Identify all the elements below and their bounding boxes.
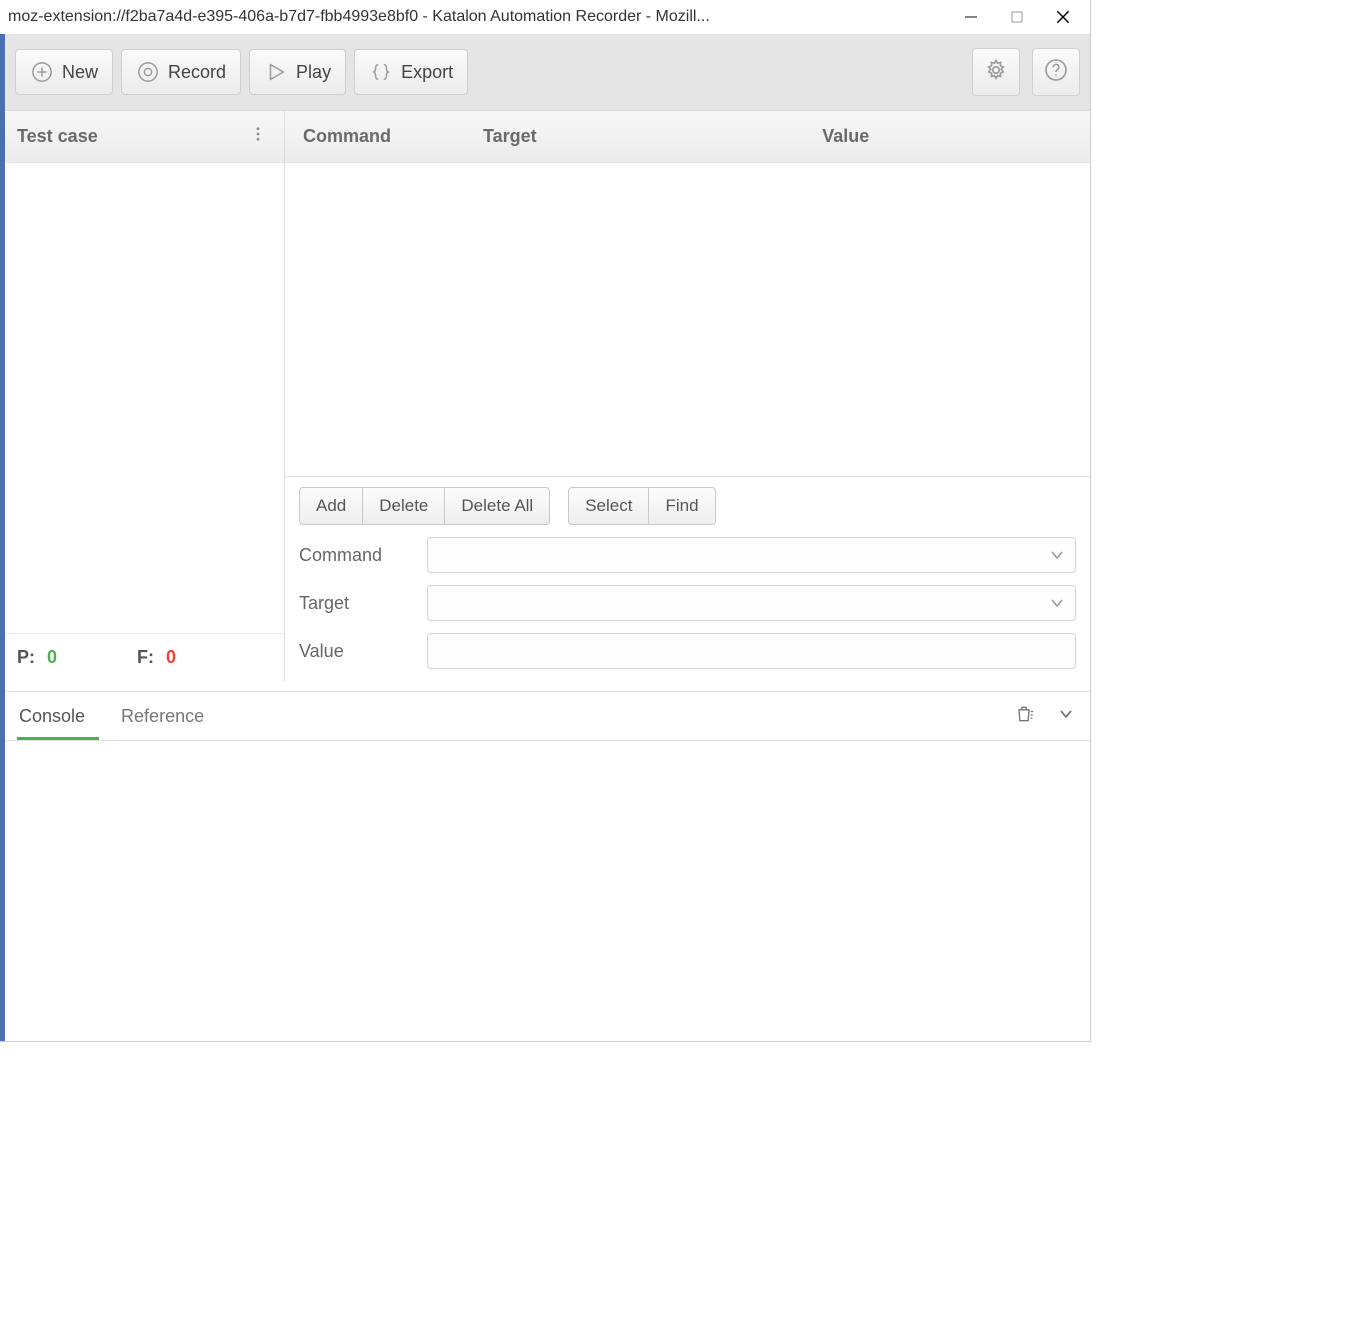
editor-button-row: Add Delete Delete All Select Find [299,487,1076,525]
record-button[interactable]: Record [121,49,241,95]
target-field-row: Target [299,585,1076,621]
window-title: moz-extension://f2ba7a4d-e395-406a-b7d7-… [8,8,948,26]
pass-fail-bar: P: 0 F: 0 [5,633,284,681]
settings-button[interactable] [972,48,1020,96]
export-label: Export [401,62,453,83]
target-combo[interactable] [427,585,1076,621]
value-field-label: Value [299,641,409,662]
play-button[interactable]: Play [249,49,346,95]
new-button[interactable]: New [15,49,113,95]
col-target: Target [465,126,804,147]
test-case-menu-button[interactable] [242,121,274,153]
command-input[interactable] [428,538,1075,572]
collapse-console-button[interactable] [1054,704,1078,728]
kebab-icon [249,125,267,148]
test-case-list[interactable] [5,163,284,633]
pass-label: P: [17,647,35,668]
command-field-row: Command [299,537,1076,573]
chevron-down-icon [1058,706,1074,727]
steps-table-header: Command Target Value [285,111,1090,163]
new-label: New [62,62,98,83]
work-area: Test case P: 0 F: 0 [5,111,1090,681]
target-field-label: Target [299,593,409,614]
command-combo[interactable] [427,537,1076,573]
add-button[interactable]: Add [299,487,363,525]
help-icon [1044,58,1068,87]
trash-icon [1014,704,1034,729]
window-root: moz-extension://f2ba7a4d-e395-406a-b7d7-… [0,0,1091,1042]
tab-console[interactable]: Console [17,694,99,739]
plus-icon [30,60,54,84]
step-editor: Add Delete Delete All Select Find Comman… [285,476,1090,681]
help-button[interactable] [1032,48,1080,96]
steps-table-body[interactable] [285,163,1090,476]
record-icon [136,60,160,84]
locate-group: Select Find [568,487,715,525]
fail-value: 0 [166,647,176,668]
value-input[interactable] [427,633,1076,669]
col-command: Command [285,126,465,147]
delete-all-button[interactable]: Delete All [445,487,550,525]
delete-button[interactable]: Delete [363,487,445,525]
select-button[interactable]: Select [568,487,649,525]
fail-label: F: [137,647,154,668]
content: New Record Play [5,34,1090,1041]
console-tabs: Console Reference [5,691,1090,741]
minimize-button[interactable] [948,0,994,34]
play-icon [264,60,288,84]
tab-reference[interactable]: Reference [119,694,218,739]
pass-value: 0 [47,647,57,668]
play-label: Play [296,62,331,83]
test-case-header-label: Test case [17,126,98,147]
export-button[interactable]: Export [354,49,468,95]
record-label: Record [168,62,226,83]
col-value: Value [804,126,1090,147]
titlebar: moz-extension://f2ba7a4d-e395-406a-b7d7-… [0,0,1090,34]
gear-icon [984,58,1008,87]
console-body[interactable] [5,741,1090,1041]
maximize-button[interactable] [994,0,1040,34]
test-case-pane: Test case P: 0 F: 0 [5,111,285,681]
command-field-label: Command [299,545,409,566]
find-button[interactable]: Find [649,487,715,525]
test-case-header: Test case [5,111,284,163]
braces-icon [369,60,393,84]
clear-log-button[interactable] [1012,704,1036,728]
console-controls [1012,704,1078,728]
body-wrap: New Record Play [0,34,1090,1041]
edit-group: Add Delete Delete All [299,487,550,525]
value-field-row: Value [299,633,1076,669]
target-input[interactable] [428,586,1075,620]
close-button[interactable] [1040,0,1086,34]
steps-pane: Command Target Value Add Delete Delete A… [285,111,1090,681]
main-toolbar: New Record Play [5,34,1090,111]
